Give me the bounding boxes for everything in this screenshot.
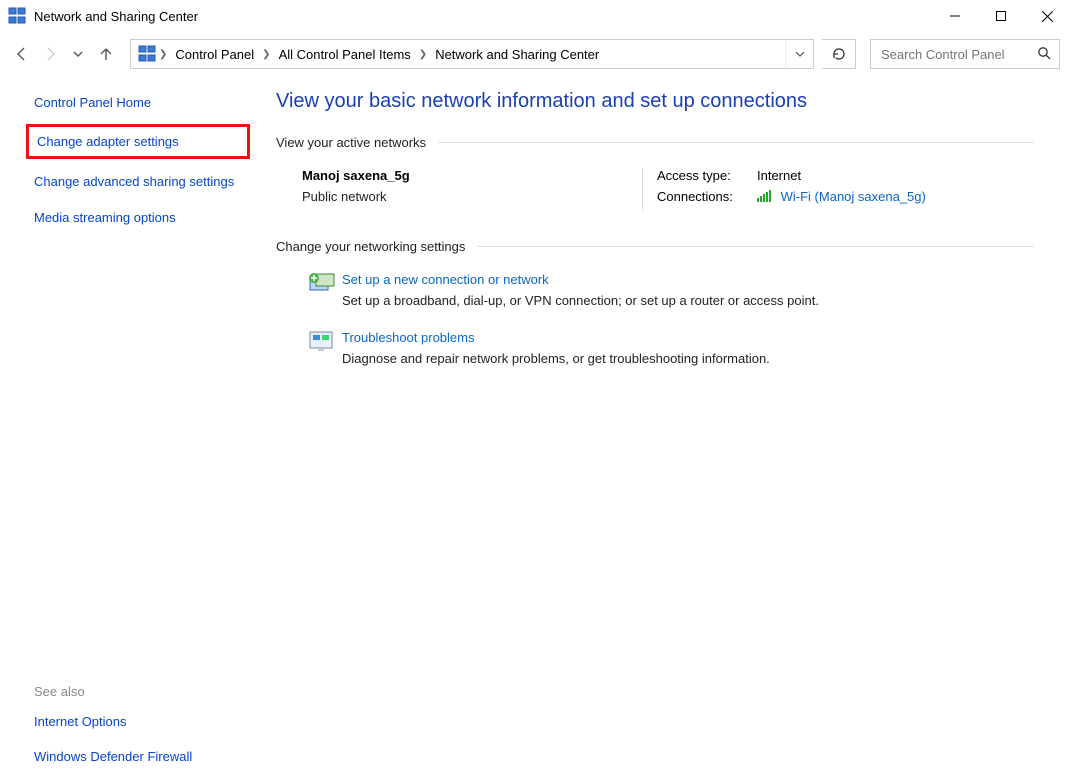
up-button[interactable] [94,42,118,66]
recent-locations-button[interactable] [66,42,90,66]
window-title: Network and Sharing Center [34,9,932,24]
setup-connection-desc: Set up a broadband, dial-up, or VPN conn… [342,293,1034,308]
change-advanced-sharing-link[interactable]: Change advanced sharing settings [34,173,242,191]
breadcrumb-item[interactable]: All Control Panel Items [273,40,417,68]
chevron-right-icon[interactable]: ❯ [159,49,167,60]
forward-button[interactable] [38,42,62,66]
section-label: Change your networking settings [276,239,477,254]
active-networks-header: View your active networks [276,135,1034,150]
close-button[interactable] [1024,0,1070,32]
change-settings-header: Change your networking settings [276,239,1034,254]
main-content: View your basic network information and … [260,76,1070,782]
troubleshoot-link[interactable]: Troubleshoot problems [342,330,1034,345]
sidebar: Control Panel Home Change adapter settin… [0,76,260,782]
page-title: View your basic network information and … [276,90,1034,113]
access-type-value: Internet [757,168,801,183]
maximize-button[interactable] [978,0,1024,32]
highlight-box: Change adapter settings [26,124,250,160]
breadcrumb-item[interactable]: Network and Sharing Center [429,40,605,68]
breadcrumb-item[interactable]: Control Panel [169,40,260,68]
divider [438,142,1034,143]
network-type: Public network [302,189,630,204]
setup-connection-link[interactable]: Set up a new connection or network [342,272,1034,287]
address-dropdown-button[interactable] [785,40,813,68]
troubleshoot-icon [302,330,342,366]
wifi-signal-icon [757,190,773,205]
vertical-divider [642,168,643,211]
refresh-button[interactable] [822,39,856,69]
network-name: Manoj saxena_5g [302,168,630,183]
setup-connection-icon [302,272,342,308]
search-input[interactable] [879,46,1029,63]
see-also-label: See also [34,684,242,699]
chevron-right-icon[interactable]: ❯ [419,49,427,60]
connections-label: Connections: [657,189,757,205]
address-icon [137,45,157,63]
window-controls [932,0,1070,32]
app-icon [8,7,26,25]
divider [477,246,1034,247]
task-troubleshoot: Troubleshoot problems Diagnose and repai… [302,330,1034,366]
connection-link[interactable]: Wi-Fi (Manoj saxena_5g) [781,189,926,204]
toolbar: ❯ Control Panel ❯ All Control Panel Item… [0,32,1070,76]
chevron-right-icon[interactable]: ❯ [262,49,270,60]
search-icon[interactable] [1037,46,1051,63]
active-network-panel: Manoj saxena_5g Public network Access ty… [302,168,1034,211]
change-adapter-settings-link[interactable]: Change adapter settings [37,133,239,151]
access-type-label: Access type: [657,168,757,183]
titlebar: Network and Sharing Center [0,0,1070,32]
back-button[interactable] [10,42,34,66]
control-panel-home-link[interactable]: Control Panel Home [34,94,242,112]
windows-defender-firewall-link[interactable]: Windows Defender Firewall [34,748,242,766]
internet-options-link[interactable]: Internet Options [34,713,242,731]
minimize-button[interactable] [932,0,978,32]
section-label: View your active networks [276,135,438,150]
media-streaming-options-link[interactable]: Media streaming options [34,209,242,227]
address-bar[interactable]: ❯ Control Panel ❯ All Control Panel Item… [130,39,814,69]
task-setup-connection: Set up a new connection or network Set u… [302,272,1034,308]
search-box[interactable] [870,39,1060,69]
troubleshoot-desc: Diagnose and repair network problems, or… [342,351,1034,366]
